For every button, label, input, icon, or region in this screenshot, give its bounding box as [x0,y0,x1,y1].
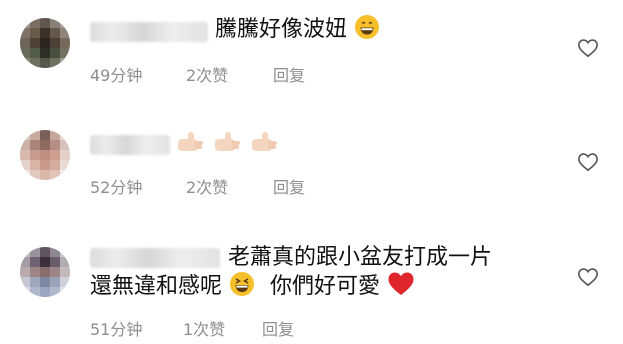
comment-meta: 49分钟 2次赞 回复 [90,62,390,85]
username-blurred[interactable] [90,22,208,42]
username-blurred[interactable] [90,135,170,155]
grinning-face-icon [355,15,380,39]
comment-text [175,127,279,162]
comment-meta: 52分钟 2次赞 回复 [90,174,390,197]
heart-icon[interactable] [577,152,599,172]
avatar[interactable] [20,18,70,68]
like-count[interactable]: 1次赞 [183,316,225,340]
timestamp: 52分钟 [90,178,143,197]
laughing-face-icon [230,272,255,296]
comment-text: 騰騰好像波妞 [215,14,380,45]
username-blurred[interactable] [90,248,220,268]
thumbs-up-icon [215,132,240,151]
comment-3: 老蕭真的跟小盆友打成一片 還無違和感呢 你們好可愛 51分钟 1次赞 回复 [0,230,623,344]
like-count[interactable]: 2次赞 [186,62,228,86]
timestamp: 51分钟 [90,320,143,339]
reply-button[interactable]: 回复 [273,62,305,86]
comment-text-line1: 老蕭真的跟小盆友打成一片 [228,245,493,270]
comment-meta: 51分钟 1次赞 回复 [90,316,390,339]
thumbs-up-icon [178,132,203,151]
reply-button[interactable]: 回复 [262,316,294,340]
comment-1: 騰騰好像波妞 49分钟 2次赞 回复 [0,0,623,110]
reply-button[interactable]: 回复 [273,174,305,198]
avatar[interactable] [20,130,70,180]
avatar[interactable] [20,247,70,297]
red-heart-icon [388,272,414,295]
comment-2: 52分钟 2次赞 回复 [0,115,623,225]
comment-text-line2: 還無違和感呢 你們好可愛 [90,271,415,302]
heart-icon[interactable] [577,38,599,58]
heart-icon[interactable] [577,267,599,287]
thumbs-up-icon [252,132,277,151]
like-count[interactable]: 2次赞 [186,174,228,198]
timestamp: 49分钟 [90,66,143,85]
